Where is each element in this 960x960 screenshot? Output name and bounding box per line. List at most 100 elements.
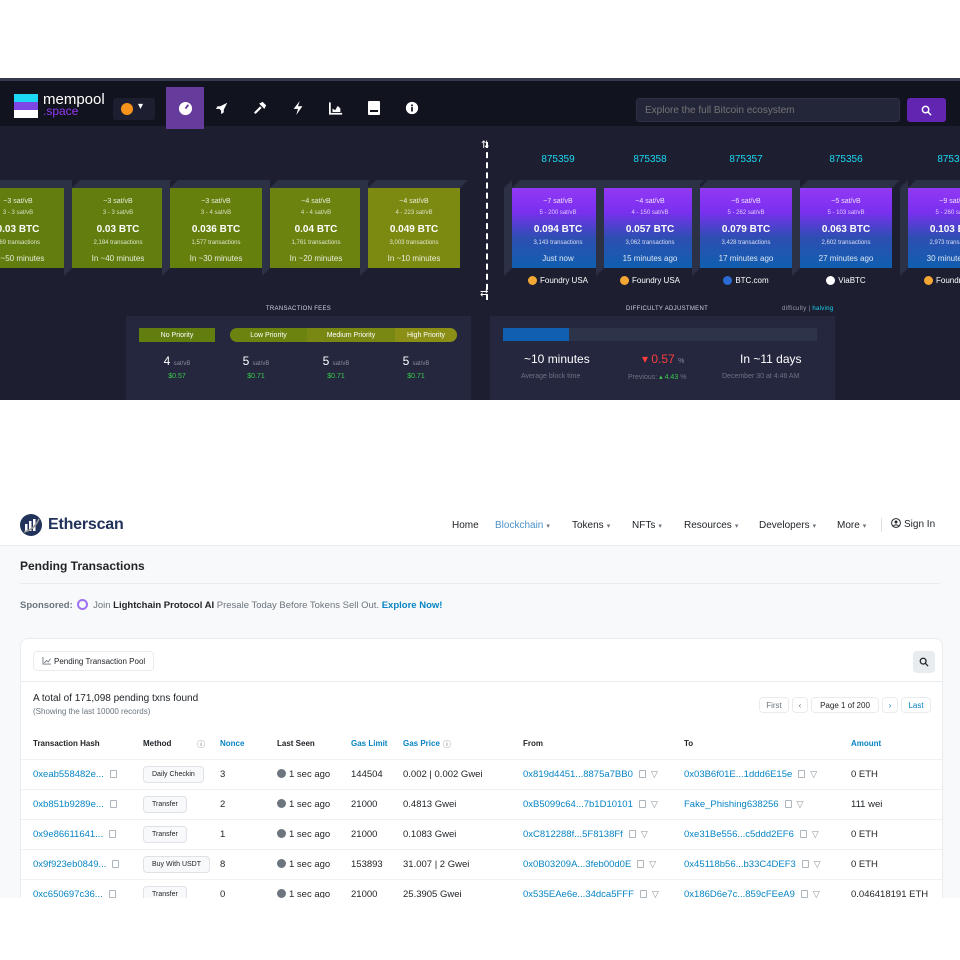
nav-developers[interactable]: Developers ▾ <box>759 520 816 531</box>
lightning-icon[interactable] <box>279 87 317 129</box>
mined-block[interactable]: ~6 sat/vB 5 - 262 sat/vB 0.079 BTC 3,428 tr… <box>692 180 800 276</box>
copy-icon[interactable] <box>784 800 792 808</box>
copy-icon[interactable] <box>628 830 636 838</box>
copy-icon[interactable] <box>109 830 117 838</box>
mining-pool[interactable]: Foundry USA <box>908 276 960 286</box>
column-header[interactable]: Gas Price <box>403 739 440 748</box>
nav-home[interactable]: Home <box>452 520 479 531</box>
mempool-search-input[interactable] <box>636 98 900 122</box>
to-address-link[interactable]: 0xe31Be556...c5ddd2EF6 ▽ <box>684 829 819 840</box>
block-height-link[interactable]: 875357 <box>700 154 792 165</box>
filter-icon[interactable]: ▽ <box>649 859 656 869</box>
tx-hash-link[interactable]: 0xb851b9289e... <box>33 799 117 810</box>
copy-icon[interactable] <box>638 770 646 778</box>
graphs-icon[interactable] <box>317 87 355 129</box>
tx-hash-link[interactable]: 0x9f923eb0849... <box>33 859 120 870</box>
nav-resources[interactable]: Resources ▾ <box>684 520 738 531</box>
from-address-link[interactable]: 0xC812288f...5F8138Ff ▽ <box>523 829 648 840</box>
projected-block[interactable]: ~3 sat/vB 3 - 3 sat/vB 0.03 BTC 869 transac… <box>0 180 72 268</box>
docs-icon[interactable] <box>355 87 393 129</box>
copy-icon[interactable] <box>112 860 120 868</box>
mempool-logo-icon[interactable] <box>14 94 38 118</box>
from-address-link[interactable]: 0x819d4451...8875a7BB0 ▽ <box>523 769 658 780</box>
to-address-link[interactable]: Fake_Phishing638256 ▽ <box>684 799 803 810</box>
method-info-icon[interactable]: ⓘ <box>197 739 205 750</box>
sponsored-link[interactable]: Explore Now! <box>382 600 443 611</box>
copy-icon[interactable] <box>637 860 645 868</box>
mining-pool[interactable]: ViaBTC <box>800 276 892 286</box>
tx-hash-link[interactable]: 0xc650697c36... <box>33 889 116 898</box>
from-address-link[interactable]: 0xB5099c64...7b1D10101 ▽ <box>523 799 658 810</box>
pagination-prev[interactable]: ‹ <box>792 697 808 713</box>
tx-hash-link[interactable]: 0xeab558482e... <box>33 769 117 780</box>
projected-block[interactable]: ~4 sat/vB 4 - 4 sat/vB 0.04 BTC 1,761 trans… <box>262 180 370 276</box>
pagination-first[interactable]: First <box>759 697 789 713</box>
mined-block[interactable]: ~7 sat/vB 5 - 200 sat/vB 0.094 BTC 3,143 tr… <box>504 180 612 276</box>
column-header[interactable]: Nonce <box>220 739 244 748</box>
difficulty-halving-toggle[interactable]: difficulty | halving <box>782 306 834 312</box>
toggle-halving[interactable]: halving <box>812 306 833 312</box>
filter-icon[interactable]: ▽ <box>651 769 658 779</box>
filter-icon[interactable]: ▽ <box>814 859 821 869</box>
block-height-link[interactable]: 875355 <box>908 154 960 165</box>
filter-icon[interactable]: ▽ <box>813 889 820 898</box>
card-search-button[interactable] <box>913 651 935 673</box>
column-header[interactable]: Gas Limit <box>351 739 387 748</box>
projected-block[interactable]: ~4 sat/vB 4 - 223 sat/vB 0.049 BTC 3,003 tr… <box>360 180 468 276</box>
filter-icon[interactable]: ▽ <box>651 799 658 809</box>
nav-more[interactable]: More ▾ <box>837 520 866 531</box>
nav-nfts[interactable]: NFTs ▾ <box>632 520 662 531</box>
mined-block[interactable]: ~9 sat/vB 5 - 260 sat/vB 0.103 BTC 2,973 tr… <box>900 180 960 276</box>
pending-pool-label: Pending Transaction Pool <box>54 657 146 666</box>
signin-link[interactable]: Sign In <box>891 518 935 530</box>
mining-pool[interactable]: Foundry USA <box>512 276 604 286</box>
filter-icon[interactable]: ▽ <box>810 769 817 779</box>
column-header[interactable]: Amount <box>851 739 881 748</box>
gas-price-info-icon[interactable]: ⓘ <box>443 739 451 750</box>
to-address-link[interactable]: 0x03B6f01E...1ddd6E15e ▽ <box>684 769 817 780</box>
block-height-link[interactable]: 875358 <box>604 154 696 165</box>
to-address-link[interactable]: 0x186D6e7c...859cFEeA9 ▽ <box>684 889 820 898</box>
dashboard-icon[interactable] <box>166 87 204 129</box>
copy-icon[interactable] <box>800 890 808 898</box>
filter-icon[interactable]: ▽ <box>812 829 819 839</box>
copy-icon[interactable] <box>639 890 647 898</box>
copy-icon[interactable] <box>109 770 117 778</box>
mined-block[interactable]: ~5 sat/vB 5 - 103 sat/vB 0.063 BTC 2,602 tr… <box>792 180 900 276</box>
block-height-link[interactable]: 875359 <box>512 154 604 165</box>
copy-icon[interactable] <box>638 800 646 808</box>
about-icon[interactable] <box>393 87 431 129</box>
filter-icon[interactable]: ▽ <box>652 889 659 898</box>
projected-block[interactable]: ~3 sat/vB 3 - 4 sat/vB 0.036 BTC 1,577 tran… <box>162 180 270 276</box>
etherscan-logo-icon[interactable] <box>20 514 42 536</box>
mempool-brand[interactable]: mempool .space <box>43 92 105 118</box>
copy-icon[interactable] <box>799 830 807 838</box>
from-address-link[interactable]: 0x535EAe6e...34dca5FFF ▽ <box>523 889 659 898</box>
toggle-difficulty[interactable]: difficulty <box>782 306 807 312</box>
filter-icon[interactable]: ▽ <box>641 829 648 839</box>
etherscan-brand[interactable]: Etherscan <box>48 516 124 534</box>
mempool-search-button[interactable] <box>907 98 946 122</box>
from-address-link[interactable]: 0x0B03209A...3feb00d0E ▽ <box>523 859 656 870</box>
pagination-next[interactable]: › <box>882 697 898 713</box>
filter-icon[interactable]: ▽ <box>797 799 804 809</box>
rocket-icon[interactable] <box>203 87 241 129</box>
to-address-link[interactable]: 0x45118b56...b33C4DEF3 ▽ <box>684 859 821 870</box>
hammer-icon[interactable] <box>241 87 279 129</box>
mined-block[interactable]: ~4 sat/vB 4 - 150 sat/vB 0.057 BTC 3,062 tr… <box>596 180 704 276</box>
nav-blockchain[interactable]: Blockchain ▾ <box>495 520 550 531</box>
arrows-icon[interactable]: ⇄ <box>480 288 488 299</box>
tx-hash-link[interactable]: 0x9e86611641... <box>33 829 117 840</box>
copy-icon[interactable] <box>109 800 117 808</box>
network-selector[interactable]: ▾ <box>113 98 155 120</box>
projected-block[interactable]: ~3 sat/vB 3 - 3 sat/vB 0.03 BTC 2,184 trans… <box>64 180 172 276</box>
pending-pool-button[interactable]: Pending Transaction Pool <box>33 651 155 671</box>
block-height-link[interactable]: 875356 <box>800 154 892 165</box>
copy-icon[interactable] <box>108 890 116 898</box>
mining-pool[interactable]: Foundry USA <box>604 276 696 286</box>
copy-icon[interactable] <box>798 770 806 778</box>
copy-icon[interactable] <box>801 860 809 868</box>
pagination-last[interactable]: Last <box>901 697 931 713</box>
nav-tokens[interactable]: Tokens ▾ <box>572 520 610 531</box>
mining-pool[interactable]: BTC.com <box>700 276 792 286</box>
